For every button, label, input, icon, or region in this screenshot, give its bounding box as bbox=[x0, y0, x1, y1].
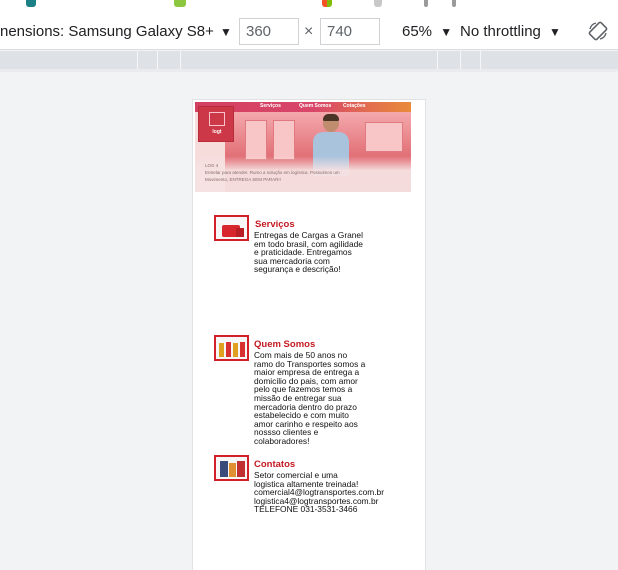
nav-link-cotacoes[interactable]: Cotações bbox=[343, 103, 366, 109]
throttling-label: No throttling bbox=[460, 23, 541, 40]
body-line: colaboradores! bbox=[254, 435, 310, 446]
contatos-image bbox=[214, 455, 249, 481]
media-query-divider bbox=[437, 51, 438, 69]
media-query-divider bbox=[180, 51, 181, 69]
section-title-quem-somos: Quem Somos bbox=[254, 339, 316, 350]
tab-fragment[interactable] bbox=[424, 0, 428, 7]
section-body-quem-somos: Com mais de 50 anos no ramo do Transport… bbox=[254, 351, 365, 446]
device-width-input[interactable]: 360 bbox=[239, 18, 299, 45]
tab-favicon-green-icon[interactable] bbox=[174, 0, 186, 7]
nav-link-servicos[interactable]: Serviços bbox=[260, 103, 281, 109]
media-query-divider bbox=[460, 51, 461, 69]
tab-fragment[interactable] bbox=[452, 0, 456, 7]
section-title-servicos: Serviços bbox=[255, 219, 295, 230]
browser-tab-strip bbox=[0, 0, 618, 14]
worker-figure bbox=[219, 343, 224, 357]
worker-figure bbox=[240, 342, 245, 357]
chevron-down-icon: ▼ bbox=[220, 25, 232, 39]
device-select[interactable]: nensions: Samsung Galaxy S8+ ▼ bbox=[0, 23, 232, 40]
chevron-down-icon: ▼ bbox=[440, 25, 453, 39]
servicos-image bbox=[214, 215, 249, 241]
media-query-divider bbox=[157, 51, 158, 69]
logo-mark-icon bbox=[209, 112, 225, 126]
throttling-select[interactable]: No throttling ▼ bbox=[460, 23, 561, 40]
section-body-contatos: Setor comercial e uma logistica altament… bbox=[254, 471, 384, 514]
media-query-divider bbox=[480, 51, 481, 69]
tab-favicon-windows-icon[interactable] bbox=[322, 0, 332, 7]
media-query-bar[interactable] bbox=[0, 51, 618, 69]
logo-text: logt bbox=[212, 129, 222, 135]
hero-caption-title: LOG 4 bbox=[205, 163, 219, 168]
hero-caption-line: Entrelar para atender. Rumo a solução em… bbox=[205, 170, 340, 175]
section-body-servicos: Entregas de Cargas a Granel em todo bras… bbox=[254, 231, 363, 274]
zoom-label: 65% bbox=[402, 23, 433, 40]
tab-fragment[interactable] bbox=[374, 0, 382, 7]
device-dimensions-label: nensions: Samsung Galaxy S8+ bbox=[0, 23, 214, 40]
device-toolbar: nensions: Samsung Galaxy S8+ ▼ 360 × 740… bbox=[0, 14, 618, 50]
hero-caption-line: Movimento, ENTREGA SEM PARAR!! bbox=[205, 177, 281, 182]
worker-figure bbox=[226, 342, 231, 357]
device-height-input[interactable]: 740 bbox=[320, 18, 380, 45]
zoom-select[interactable]: 65% ▼ bbox=[402, 23, 452, 40]
ruler bbox=[0, 69, 618, 72]
person-hair bbox=[323, 114, 339, 121]
media-query-divider bbox=[137, 51, 138, 69]
section-title-contatos: Contatos bbox=[254, 459, 296, 470]
people-figure bbox=[237, 461, 245, 477]
body-line: segurança e descrição! bbox=[254, 264, 341, 275]
worker-figure bbox=[233, 343, 238, 357]
tab-favicon-teal-icon[interactable] bbox=[26, 0, 36, 7]
nav-link-quem-somos[interactable]: Quem Somos bbox=[299, 103, 331, 109]
truck-window bbox=[365, 122, 403, 152]
truck-cab bbox=[236, 228, 244, 237]
people-figure bbox=[220, 461, 228, 477]
rotate-icon[interactable] bbox=[588, 21, 608, 41]
device-viewport[interactable]: Serviços Quem Somos Cotações logt LOG 4 … bbox=[192, 99, 426, 570]
times-icon: × bbox=[304, 23, 314, 40]
people-figure bbox=[229, 463, 236, 477]
quem-somos-image bbox=[214, 335, 249, 361]
hero-banner: Serviços Quem Somos Cotações logt LOG 4 … bbox=[195, 102, 411, 192]
site-logo[interactable]: logt bbox=[198, 106, 234, 142]
phone-text: TELEFONE 031-3531-3466 bbox=[254, 504, 358, 515]
chevron-down-icon: ▼ bbox=[549, 25, 561, 39]
truck-window bbox=[245, 120, 267, 160]
truck-window bbox=[273, 120, 295, 160]
